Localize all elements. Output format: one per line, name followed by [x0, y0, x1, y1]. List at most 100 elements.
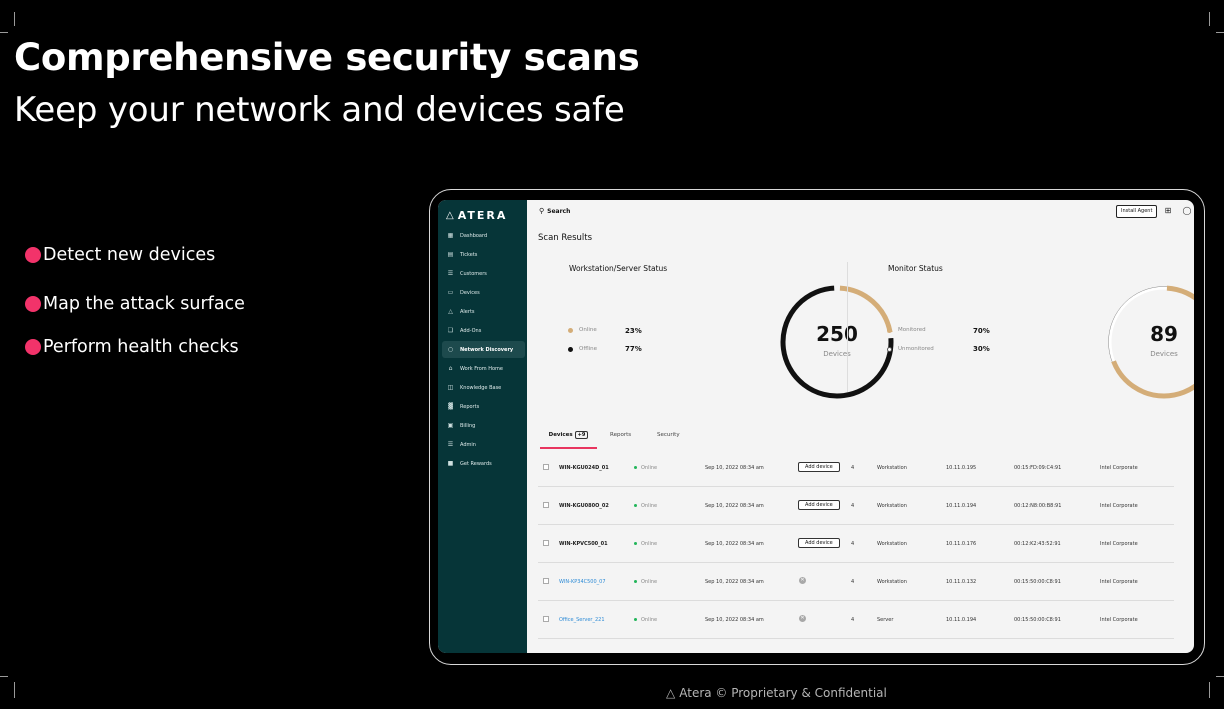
device-status: Online: [634, 617, 657, 623]
status-dot-icon: [634, 618, 637, 621]
sidebar-item-admin[interactable]: ☰ Admin: [442, 436, 525, 453]
legend-unmonitored: Unmonitored: [887, 346, 934, 352]
corner-mark: [0, 676, 8, 677]
row-checkbox[interactable]: [543, 578, 549, 584]
table-row[interactable]: WIN-KP34C500_07 Online Sep 10, 2022 08:34 …: [538, 563, 1174, 601]
sidebar-item-tickets[interactable]: ▤ Tickets: [442, 246, 525, 263]
reports-icon: ▓: [448, 403, 453, 410]
donut-total: 250: [816, 322, 858, 346]
install-agent-button[interactable]: Install Agent: [1116, 205, 1158, 218]
sidebar-item-customers[interactable]: ☰ Customers: [442, 265, 525, 282]
row-checkbox[interactable]: [543, 464, 549, 470]
workstation-donut: 250 Devices: [777, 282, 897, 402]
tab-security[interactable]: Security: [657, 427, 680, 449]
admin-icon: ☰: [447, 441, 454, 448]
sidebar-item-reports[interactable]: ▓ Reports: [442, 398, 525, 415]
legend-offline: Offline: [568, 346, 597, 352]
bullet-text: Perform health checks: [43, 337, 239, 357]
devices-icon: ▭: [447, 289, 454, 296]
status-text: Online: [641, 617, 658, 623]
table-row[interactable]: WIN-KGU080O_02 Online Sep 10, 2022 08:34 a…: [538, 487, 1174, 525]
legend-label: Online: [579, 327, 597, 333]
add-device-button[interactable]: Add device: [798, 500, 840, 510]
device-name[interactable]: Office_Server_221: [559, 617, 605, 623]
search-icon: ⚲: [539, 207, 545, 215]
sidebar-item-billing[interactable]: ▣ Billing: [442, 417, 525, 434]
device-count: 4: [851, 465, 855, 471]
plus-icon[interactable]: ⊞: [1163, 206, 1173, 216]
row-checkbox[interactable]: [543, 502, 549, 508]
donut-label: Devices: [1150, 350, 1178, 358]
sidebar-item-label: Work From Home: [460, 365, 503, 372]
alert-icon: △: [448, 308, 453, 315]
sidebar-item-alerts[interactable]: △ Alerts: [442, 303, 525, 320]
add-device-button[interactable]: Add device: [798, 462, 840, 472]
device-vendor: Intel Corporate: [1100, 617, 1138, 623]
device-count: 4: [851, 503, 855, 509]
sidebar-item-network-discovery[interactable]: ○ Network Discovery: [442, 341, 525, 358]
table-row[interactable]: Office_Server_221 Online Sep 10, 2022 08:3…: [538, 601, 1174, 639]
device-mac: 00:15:FD:09:C4:91: [1014, 465, 1062, 471]
device-status: Online: [634, 465, 657, 471]
sidebar-item-devices[interactable]: ▭ Devices: [442, 284, 525, 301]
sidebar-item-add-ons[interactable]: ❏ Add-Ons: [442, 322, 525, 339]
device-status: Online: [634, 503, 657, 509]
legend-dot-icon: [887, 346, 892, 352]
legend-monitored: Monitored: [887, 327, 926, 333]
monitor-status-title: Monitor Status: [888, 264, 943, 273]
device-status: Online: [634, 541, 657, 547]
corner-mark: [1216, 32, 1224, 33]
monitor-donut: 89 Devices: [1104, 282, 1194, 402]
search-label: Search: [547, 207, 571, 215]
scan-date: Sep 10, 2022 08:34 am: [705, 541, 764, 547]
donut-total: 89: [1150, 322, 1178, 346]
tab-devices[interactable]: Devices +9: [540, 427, 597, 449]
close-icon[interactable]: ✕: [799, 615, 806, 622]
scan-date: Sep 10, 2022 08:34 am: [705, 579, 764, 585]
scan-date: Sep 10, 2022 08:34 am: [705, 465, 764, 471]
brand[interactable]: △ ATERA: [438, 208, 527, 222]
donut-label: Devices: [823, 350, 851, 358]
app-screen: △ ATERA ▦ Dashboard ▤ Tickets ☰ Customers ▭ Dev…: [438, 200, 1194, 653]
main-content: ⚲ Search Install Agent ⊞ ◯ □ ♡ △ Scan Re…: [527, 200, 1194, 653]
bullet-item: Perform health checks: [25, 336, 239, 358]
table-row[interactable]: WIN-KGU024D_01 Online Sep 10, 2022 08:34 a…: [538, 449, 1174, 487]
legend-value: 30%: [973, 345, 990, 353]
bullet-text: Map the attack surface: [43, 294, 245, 314]
bullet-dot-icon: [25, 296, 41, 312]
sidebar-item-label: Add-Ons: [460, 327, 482, 334]
device-type: Workstation: [877, 503, 907, 509]
table-row[interactable]: WIN-KPVC500_01 Online Sep 10, 2022 08:34 a…: [538, 525, 1174, 563]
tab-reports[interactable]: Reports: [610, 427, 631, 449]
scan-date: Sep 10, 2022 08:34 am: [705, 503, 764, 509]
topbar: ⚲ Search Install Agent ⊞ ◯ □ ♡ △: [527, 200, 1194, 222]
billing-icon: ▣: [447, 422, 454, 429]
device-mac: 00:12:K2:43:52:91: [1014, 541, 1061, 547]
device-name: WIN-KPVC500_01: [559, 541, 608, 547]
sidebar-item-get-rewards[interactable]: ■ Get Rewards: [442, 455, 525, 472]
sidebar: △ ATERA ▦ Dashboard ▤ Tickets ☰ Customers ▭ Dev…: [438, 200, 527, 653]
sidebar-item-label: Get Rewards: [460, 460, 492, 467]
row-checkbox[interactable]: [543, 540, 549, 546]
device-vendor: Intel Corporate: [1100, 503, 1138, 509]
lightbulb-icon[interactable]: ◯: [1182, 206, 1192, 216]
search-box[interactable]: ⚲ Search: [539, 207, 570, 215]
close-icon[interactable]: ✕: [799, 577, 806, 584]
device-ip: 10.11.0.194: [946, 617, 977, 623]
sidebar-item-label: Billing: [460, 422, 476, 429]
device-count: 4: [851, 579, 855, 585]
workstation-status-title: Workstation/Server Status: [569, 264, 668, 273]
add-device-button[interactable]: Add device: [798, 538, 840, 548]
row-checkbox[interactable]: [543, 616, 549, 622]
scan-date: Sep 10, 2022 08:34 am: [705, 617, 764, 623]
legend-label: Offline: [579, 346, 598, 352]
sidebar-item-knowledge-base[interactable]: ◫ Knowledge Base: [442, 379, 525, 396]
device-mac: 00:12:N8:00:B8:91: [1014, 503, 1062, 509]
device-vendor: Intel Corporate: [1100, 541, 1138, 547]
sidebar-item-label: Customers: [460, 270, 487, 277]
device-name[interactable]: WIN-KP34C500_07: [559, 579, 606, 585]
brand-name: ATERA: [457, 208, 508, 222]
sidebar-item-work-from-home[interactable]: ⌂ Work From Home: [442, 360, 525, 377]
sidebar-item-dashboard[interactable]: ▦ Dashboard: [442, 227, 525, 244]
sidebar-item-label: Admin: [460, 441, 476, 448]
